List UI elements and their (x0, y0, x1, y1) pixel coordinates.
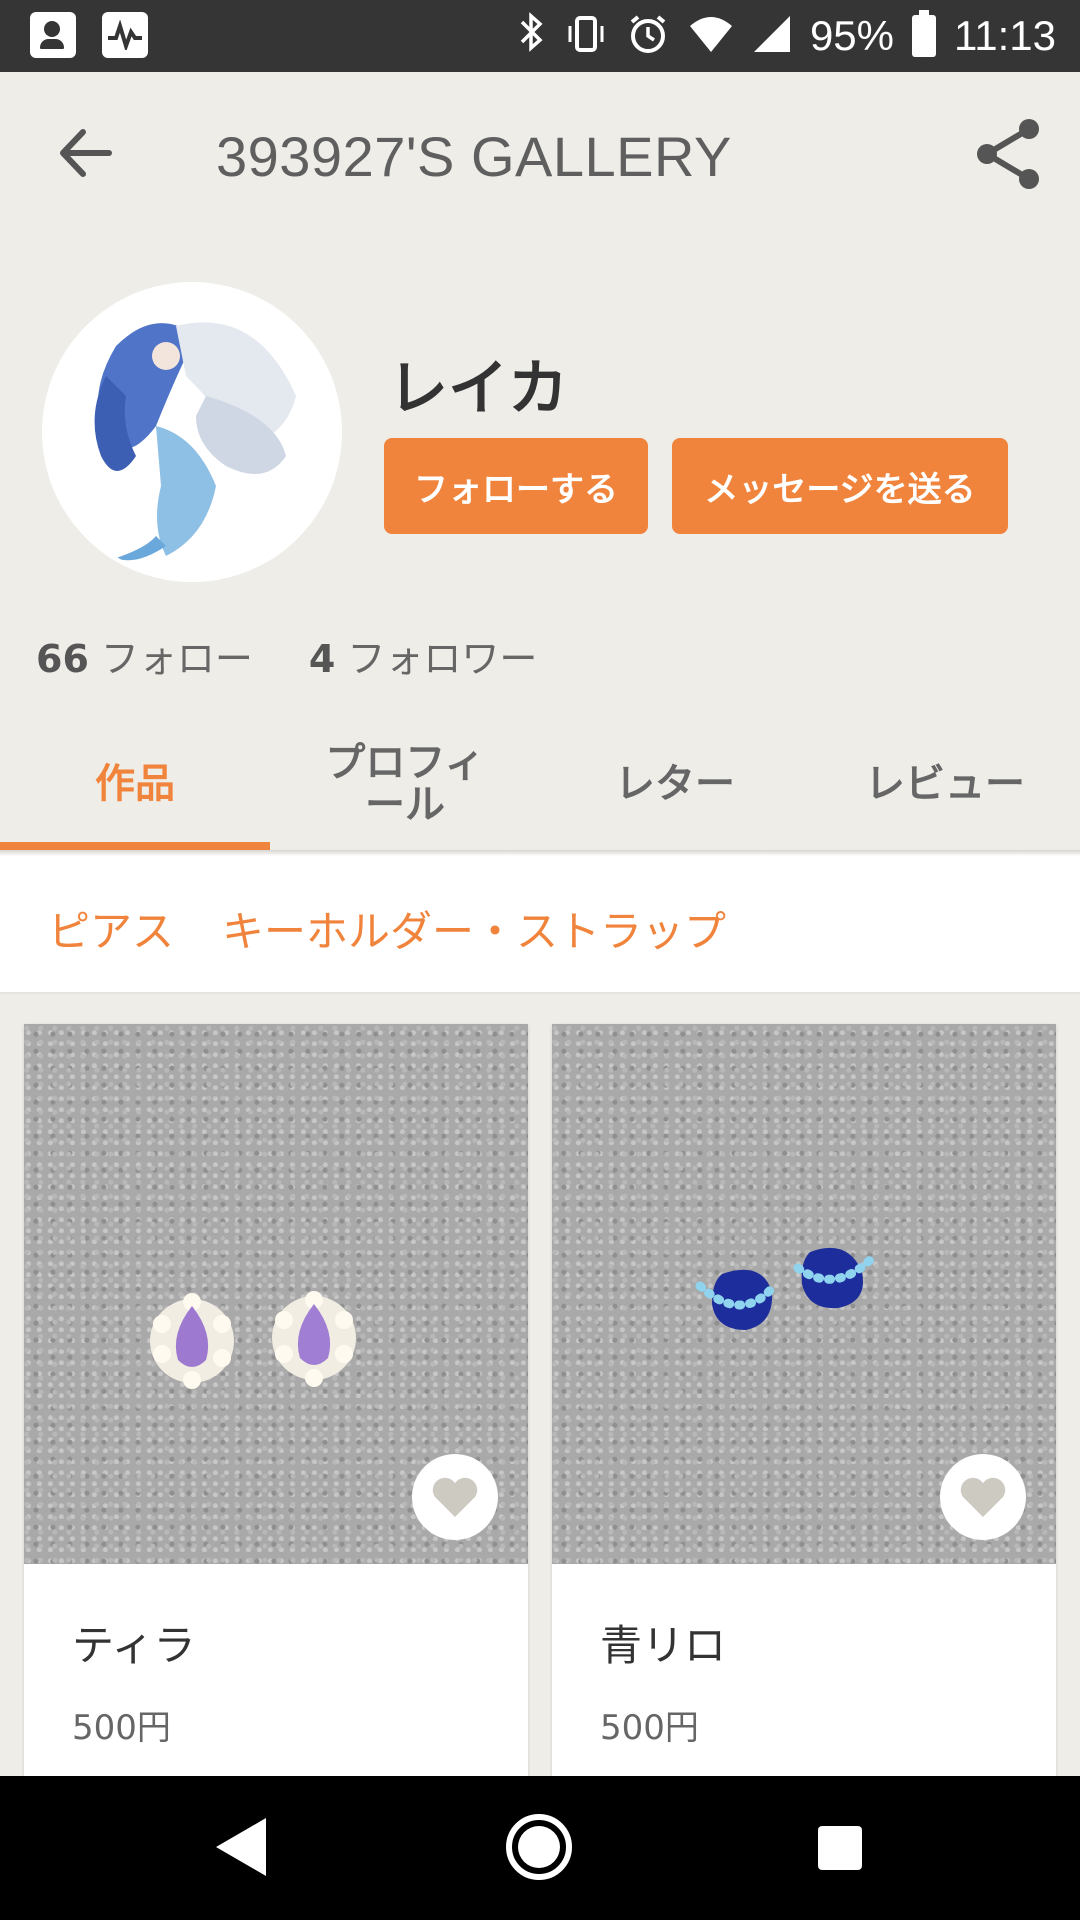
nav-back-icon[interactable] (214, 1816, 268, 1878)
follow-button[interactable]: フォローする (384, 438, 648, 534)
share-button[interactable] (966, 112, 1050, 196)
active-tab-indicator (0, 842, 270, 850)
item-price: 500円 (72, 1708, 171, 1748)
bluetooth-icon (518, 10, 546, 63)
tab-bar: 作品 プロフィール レター レビュー (0, 718, 1080, 850)
battery-icon (912, 10, 936, 57)
category-keychains[interactable]: キーホルダー・ストラップ (222, 898, 726, 959)
follow-stats: 66 フォロー 4 フォロワー (36, 628, 537, 683)
activity-icon (102, 12, 148, 58)
favorite-button[interactable] (940, 1454, 1026, 1540)
favorite-button[interactable] (412, 1454, 498, 1540)
nav-home-icon[interactable] (506, 1814, 572, 1880)
share-icon (977, 119, 1039, 189)
heart-icon (432, 1477, 478, 1517)
signal-icon (752, 14, 792, 58)
tab-reviews[interactable]: レビュー (810, 718, 1080, 850)
clock: 11:13 (954, 12, 1056, 59)
send-message-button[interactable]: メッセージを送る (672, 438, 1008, 534)
tab-profile[interactable]: プロフィール (270, 718, 540, 850)
following-link[interactable]: 66 フォロー (36, 628, 253, 683)
item-name: 青リロ (600, 1621, 727, 1670)
status-bar: 95% 11:13 (0, 0, 1080, 72)
item-price: 500円 (600, 1708, 699, 1748)
category-bar: ピアス キーホルダー・ストラップ (0, 856, 1080, 994)
item-card[interactable]: ティラ 500円 (24, 1024, 528, 1784)
tab-works[interactable]: 作品 (0, 718, 270, 850)
category-piercings[interactable]: ピアス (48, 898, 174, 959)
tab-letters[interactable]: レター (540, 718, 810, 850)
nav-recents-icon[interactable] (818, 1826, 862, 1870)
item-card[interactable]: 青リロ 500円 (552, 1024, 1056, 1784)
arrow-left-icon (60, 129, 112, 177)
following-count: 66 (36, 637, 89, 681)
app-bar: 393927'S GALLERY (0, 72, 1080, 242)
battery-percent: 95% (809, 12, 894, 59)
followers-label: フォロワー (347, 637, 538, 681)
following-label: フォロー (100, 637, 253, 681)
item-name: ティラ (72, 1621, 196, 1670)
user-name: レイカ (388, 354, 568, 424)
tab-profile-label: プロフィール (325, 740, 485, 828)
wifi-icon (688, 14, 734, 58)
vibrate-icon (564, 12, 608, 60)
followers-count: 4 (308, 637, 336, 681)
followers-link[interactable]: 4 フォロワー (309, 628, 537, 683)
page-title: 393927'S GALLERY (216, 125, 732, 188)
alarm-icon (626, 12, 670, 60)
contacts-icon (30, 12, 76, 58)
heart-icon (960, 1477, 1006, 1517)
back-button[interactable] (42, 110, 128, 196)
system-nav-bar (0, 1776, 1080, 1920)
avatar (42, 282, 342, 582)
